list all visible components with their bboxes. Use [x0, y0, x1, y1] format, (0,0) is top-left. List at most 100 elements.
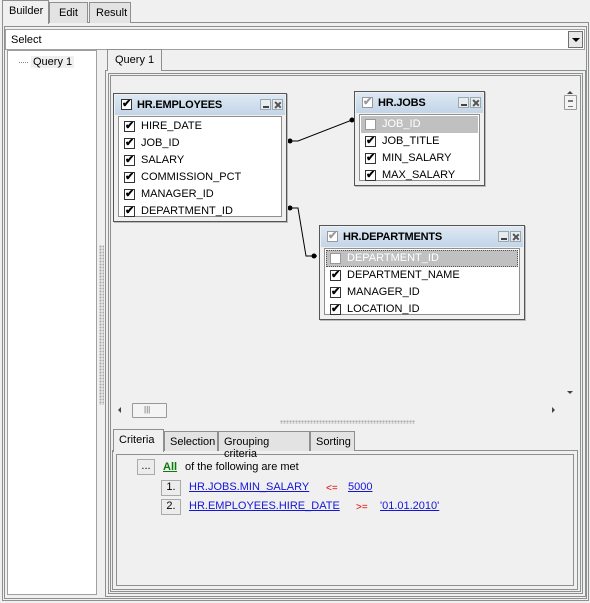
table-title: HR.DEPARTMENTS — [343, 231, 443, 243]
field-checkbox[interactable]: ✔ — [124, 137, 135, 149]
chevron-down-icon[interactable] — [568, 31, 583, 48]
field-row[interactable]: ✔ COMMISSION_PCT — [120, 169, 280, 186]
tab-criteria[interactable]: Criteria — [113, 429, 164, 452]
field-list: JOB_ID ✔ JOB_TITLE ✔ MIN_SALARY ✔ MAX_SALAR… — [359, 114, 480, 181]
tab-result[interactable]: Result — [89, 2, 131, 23]
close-icon[interactable] — [272, 99, 283, 110]
scroll-left-icon[interactable] — [118, 407, 121, 413]
vertical-splitter-handle[interactable] — [99, 245, 104, 405]
criteria-quantifier-link[interactable]: All — [163, 461, 177, 473]
condition-1-field-link[interactable]: HR.JOBS.MIN_SALARY — [189, 481, 309, 493]
field-name: HIRE_DATE — [141, 120, 202, 132]
field-checkbox[interactable]: ✔ — [124, 188, 135, 200]
tab-builder-label: Builder — [9, 5, 44, 17]
tab-sorting-label: Sorting — [316, 436, 351, 448]
join-endpoint-icon — [287, 138, 293, 144]
horizontal-scrollbar[interactable]: ||| — [113, 402, 562, 419]
minimize-icon[interactable] — [260, 99, 271, 110]
close-icon[interactable] — [510, 231, 521, 242]
join-link-employees-departments[interactable] — [287, 205, 318, 259]
field-row[interactable]: ✔ MAX_SALARY — [361, 167, 478, 184]
table-header[interactable]: ✔ HR.DEPARTMENTS — [321, 227, 523, 247]
field-checkbox[interactable]: ✔ — [330, 286, 341, 298]
field-name: DEPARTMENT_NAME — [347, 269, 460, 281]
field-checkbox[interactable]: ✔ — [124, 120, 135, 132]
scroll-down-icon[interactable] — [567, 391, 573, 394]
query-type-select[interactable]: Select — [5, 29, 585, 50]
scroll-up-icon[interactable] — [567, 91, 573, 94]
table-title: HR.JOBS — [378, 97, 426, 109]
scroll-thumb[interactable] — [564, 95, 577, 110]
scroll-right-icon[interactable] — [552, 407, 555, 413]
query-tree: ····· Query 1 — [7, 50, 97, 595]
field-checkbox[interactable]: ✔ — [124, 205, 135, 217]
tab-builder[interactable]: Builder — [2, 0, 49, 24]
field-name: JOB_ID — [141, 137, 180, 149]
table-title: HR.EMPLOYEES — [137, 99, 223, 111]
table-select-checkbox[interactable]: ✔ — [327, 230, 338, 242]
join-link-employees-jobs[interactable] — [287, 117, 361, 144]
field-checkbox[interactable] — [330, 253, 341, 264]
table-header[interactable]: ✔ HR.JOBS — [356, 93, 483, 113]
condition-2-operator-link[interactable]: >= — [356, 502, 368, 513]
tab-query-1[interactable]: Query 1 — [107, 49, 163, 71]
field-checkbox[interactable]: ✔ — [124, 171, 135, 183]
condition-2-index-button[interactable]: 2. — [161, 499, 181, 515]
table-select-checkbox[interactable]: ✔ — [362, 96, 373, 108]
field-name: DEPARTMENT_ID — [141, 205, 233, 217]
table-hr-departments[interactable]: ✔ HR.DEPARTMENTS DEPARTMENT_ID ✔ DEPARTME… — [319, 225, 525, 320]
condition-2-value-link[interactable]: '01.01.2010' — [380, 500, 439, 512]
diagram-canvas[interactable]: ✔ HR.EMPLOYEES ✔ HIRE_DATE ✔ JOB_ID ✔ SALAR… — [112, 77, 562, 402]
condition-1-value-link[interactable]: 5000 — [348, 481, 372, 493]
criteria-panel-inner — [116, 454, 574, 586]
scroll-thumb[interactable]: ||| — [132, 403, 167, 418]
field-row[interactable]: ✔ JOB_ID — [120, 135, 280, 152]
field-checkbox[interactable]: ✔ — [365, 169, 376, 181]
table-select-checkbox[interactable]: ✔ — [121, 98, 132, 110]
minimize-icon[interactable] — [498, 231, 509, 242]
field-row[interactable]: ✔ HIRE_DATE — [120, 118, 280, 135]
table-hr-jobs[interactable]: ✔ HR.JOBS JOB_ID ✔ JOB_TITLE ✔ MIN_SALARY … — [354, 91, 485, 186]
tab-grouping-criteria[interactable]: Grouping criteria — [218, 431, 310, 460]
grip-icon: ||| — [144, 405, 151, 414]
tab-selection[interactable]: Selection — [164, 431, 218, 451]
field-checkbox[interactable]: ✔ — [330, 269, 341, 281]
field-row[interactable]: JOB_ID — [361, 116, 478, 133]
field-checkbox[interactable]: ✔ — [330, 303, 341, 315]
table-header[interactable]: ✔ HR.EMPLOYEES — [115, 95, 285, 115]
table-hr-employees[interactable]: ✔ HR.EMPLOYEES ✔ HIRE_DATE ✔ JOB_ID ✔ SALAR… — [113, 93, 287, 222]
tab-selection-label: Selection — [170, 436, 216, 448]
field-row[interactable]: ✔ MANAGER_ID — [120, 186, 280, 203]
field-row[interactable]: ✔ JOB_TITLE — [361, 133, 478, 150]
field-name: MAX_SALARY — [382, 169, 456, 181]
condition-1-index-button[interactable]: 1. — [161, 480, 181, 496]
minimize-icon[interactable] — [458, 97, 469, 108]
close-icon[interactable] — [470, 97, 481, 108]
field-row[interactable]: ✔ SALARY — [120, 152, 280, 169]
field-checkbox[interactable]: ✔ — [124, 154, 135, 166]
field-name: MANAGER_ID — [141, 188, 214, 200]
condition-1-operator-link[interactable]: <= — [326, 483, 338, 494]
tree-connector-icon: ····· — [18, 57, 29, 67]
tab-edit[interactable]: Edit — [49, 2, 88, 23]
field-row[interactable]: DEPARTMENT_ID — [326, 250, 518, 267]
criteria-menu-button[interactable]: ... — [137, 459, 155, 475]
field-name: DEPARTMENT_ID — [347, 252, 439, 264]
field-row[interactable]: ✔ LOCATION_ID — [326, 301, 518, 318]
field-checkbox[interactable]: ✔ — [365, 135, 376, 147]
horizontal-splitter-handle[interactable] — [280, 420, 415, 424]
field-row[interactable]: ✔ DEPARTMENT_ID — [120, 203, 280, 220]
tab-result-label: Result — [96, 7, 128, 19]
condition-2-field-link[interactable]: HR.EMPLOYEES.HIRE_DATE — [189, 500, 340, 512]
field-checkbox[interactable]: ✔ — [365, 152, 376, 164]
tab-query-1-label: Query 1 — [115, 54, 155, 66]
field-name: SALARY — [141, 154, 185, 166]
vertical-scrollbar[interactable] — [562, 88, 579, 402]
field-checkbox[interactable] — [365, 119, 376, 130]
field-row[interactable]: ✔ MIN_SALARY — [361, 150, 478, 167]
field-row[interactable]: ✔ DEPARTMENT_NAME — [326, 267, 518, 284]
tab-sorting[interactable]: Sorting — [310, 431, 355, 451]
field-row[interactable]: ✔ MANAGER_ID — [326, 284, 518, 301]
tree-item-query[interactable]: ····· Query 1 — [18, 56, 75, 68]
field-list: DEPARTMENT_ID ✔ DEPARTMENT_NAME ✔ MANAGER_… — [324, 248, 520, 315]
